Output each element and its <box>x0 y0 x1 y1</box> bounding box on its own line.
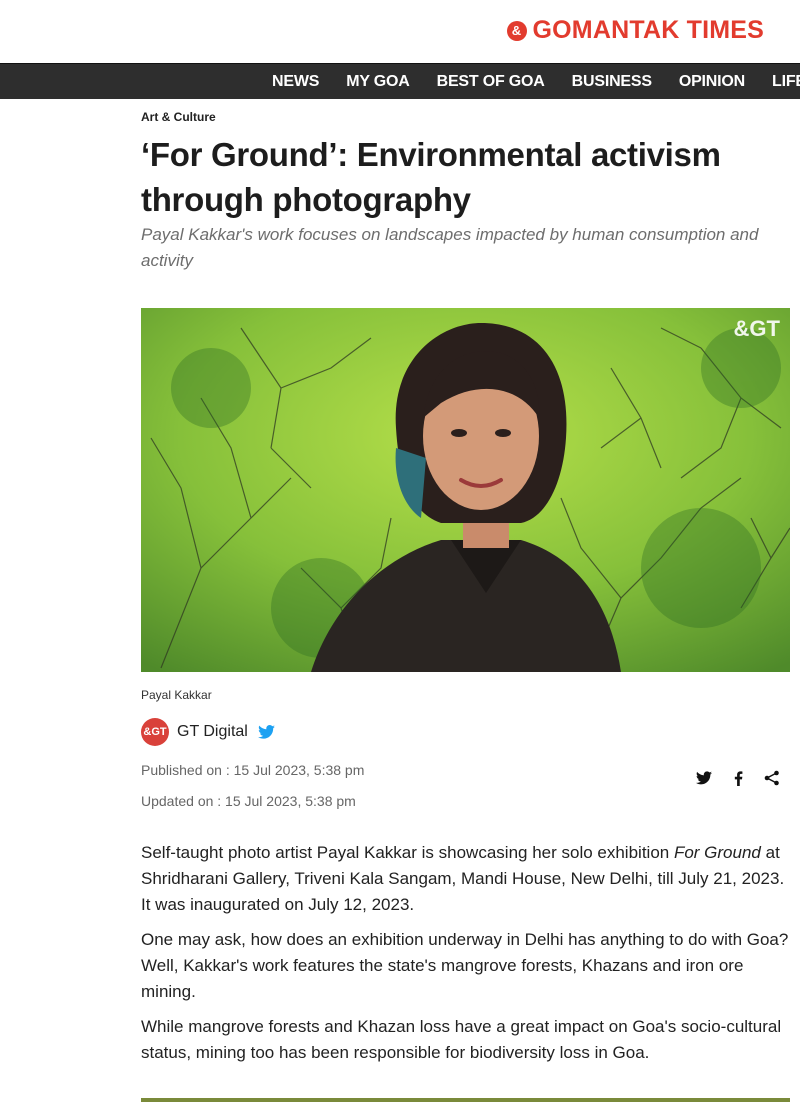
nav-item-best-of-goa[interactable]: BEST OF GOA <box>437 64 545 99</box>
nav-item-news[interactable]: NEWS <box>272 64 319 99</box>
article-paragraph: One may ask, how does an exhibition unde… <box>141 930 789 1001</box>
hero-image: &GT <box>141 308 790 672</box>
share-icon[interactable] <box>762 768 782 788</box>
article-paragraph: While mangrove forests and Khazan loss h… <box>141 1017 782 1062</box>
author-avatar[interactable]: &GT <box>141 718 169 746</box>
article-title: ‘For Ground’: Environmental activism thr… <box>141 136 721 218</box>
logo-text: GOMANTAK TIMES <box>532 16 764 44</box>
article-paragraph: Self-taught photo artist Payal Kakkar is… <box>141 843 785 914</box>
updated-date: Updated on : 15 Jul 2023, 5:38 pm <box>141 793 356 809</box>
share-bar <box>694 768 796 788</box>
nav-item-opinion[interactable]: OPINION <box>679 64 745 99</box>
nav-list: NEWS MY GOA BEST OF GOA BUSINESS OPINION… <box>272 64 800 99</box>
twitter-icon[interactable] <box>257 725 275 739</box>
site-header: & GOMANTAK TIMES <box>0 0 800 63</box>
image-caption: Payal Kakkar <box>141 688 212 702</box>
author-name[interactable]: GT Digital <box>177 723 248 741</box>
section-label[interactable]: Art & Culture <box>141 110 216 124</box>
published-date: Published on : 15 Jul 2023, 5:38 pm <box>141 762 365 778</box>
nav-item-business[interactable]: BUSINESS <box>572 64 652 99</box>
watermark-logo: &GT <box>733 316 780 341</box>
facebook-share-icon[interactable] <box>728 768 748 788</box>
main-navigation: NEWS MY GOA BEST OF GOA BUSINESS OPINION… <box>0 63 800 99</box>
article-body: Self-taught photo artist Payal Kakkar is… <box>141 840 791 1075</box>
twitter-share-icon[interactable] <box>694 768 714 788</box>
author-byline: &GT GT Digital <box>141 718 275 746</box>
next-image-edge <box>141 1098 790 1102</box>
nav-item-my-goa[interactable]: MY GOA <box>346 64 410 99</box>
hero-illustration <box>141 308 790 672</box>
exhibition-title: For Ground <box>673 843 761 862</box>
site-logo[interactable]: & GOMANTAK TIMES <box>506 16 765 45</box>
article-subtitle: Payal Kakkar's work focuses on landscape… <box>141 225 759 270</box>
nav-item-lifestyle[interactable]: LIFESTYLE <box>772 64 800 99</box>
logo-mark-icon: & <box>506 20 527 41</box>
